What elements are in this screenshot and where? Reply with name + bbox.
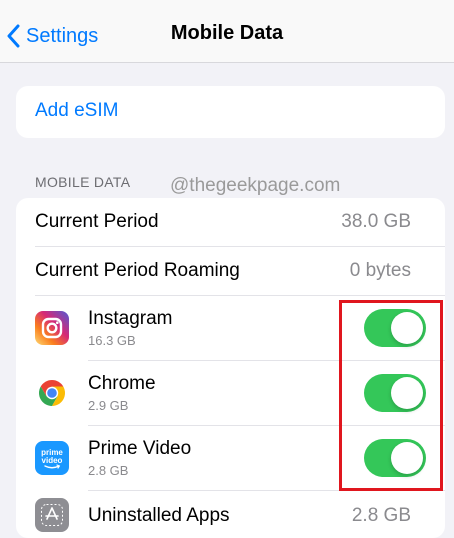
app-store-icon bbox=[35, 498, 69, 532]
uninstalled-apps-value: 2.8 GB bbox=[351, 505, 411, 526]
section-header: MOBILE DATA bbox=[35, 174, 131, 190]
current-period-row[interactable]: Current Period 38.0 GB bbox=[16, 198, 445, 246]
app-usage: 2.8 GB bbox=[88, 463, 129, 478]
app-usage: 16.3 GB bbox=[88, 333, 136, 348]
app-name: Instagram bbox=[88, 308, 173, 329]
esim-card: Add eSIM bbox=[16, 86, 445, 138]
instagram-icon bbox=[35, 311, 69, 345]
uninstalled-apps-label: Uninstalled Apps bbox=[88, 505, 230, 526]
roaming-value: 0 bytes bbox=[349, 260, 411, 281]
highlight-annotation bbox=[339, 300, 443, 491]
roaming-row[interactable]: Current Period Roaming 0 bytes bbox=[16, 247, 445, 295]
uninstalled-apps-row[interactable]: Uninstalled Apps 2.8 GB bbox=[16, 491, 445, 538]
app-usage: 2.9 GB bbox=[88, 398, 129, 413]
navigation-bar: Settings Mobile Data bbox=[0, 0, 454, 63]
watermark: @thegeekpage.com bbox=[170, 175, 341, 196]
chrome-icon bbox=[35, 376, 69, 410]
add-esim-button[interactable]: Add eSIM bbox=[35, 100, 118, 122]
current-period-label: Current Period bbox=[35, 211, 159, 232]
video-logo-text: video bbox=[42, 456, 63, 465]
app-name: Chrome bbox=[88, 373, 156, 394]
current-period-value: 38.0 GB bbox=[341, 211, 411, 232]
roaming-label: Current Period Roaming bbox=[35, 260, 240, 281]
app-name: Prime Video bbox=[88, 438, 192, 459]
prime-video-icon: prime video bbox=[35, 441, 69, 475]
page-title: Mobile Data bbox=[170, 22, 284, 44]
